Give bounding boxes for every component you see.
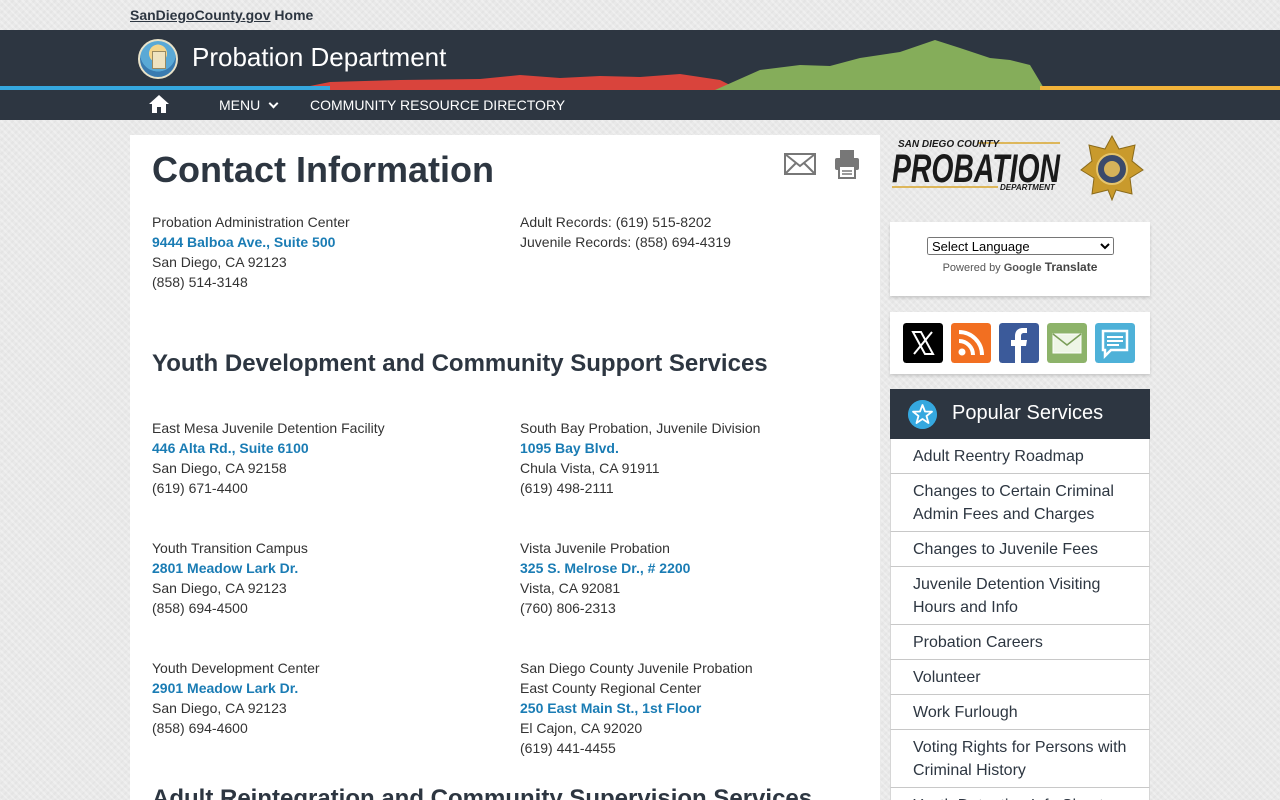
popular-service-link[interactable]: Changes to Juvenile Fees [890, 532, 1150, 567]
chevron-down-icon [268, 98, 279, 108]
top-bar: SanDiegoCounty.gov Home [0, 0, 1280, 30]
address-link[interactable]: 446 Alta Rd., Suite 6100 [152, 438, 385, 458]
county-site-link-text: SanDiegoCounty.gov [130, 7, 271, 23]
translate-link[interactable]: Translate [1045, 260, 1098, 274]
address-link[interactable]: 2901 Meadow Lark Dr. [152, 678, 320, 698]
popular-services-list: Adult Reentry Roadmap Changes to Certain… [890, 439, 1150, 800]
facility-contact: East Mesa Juvenile Detention Facility 44… [152, 418, 385, 498]
main-nav: MENU COMMUNITY RESOURCE DIRECTORY [0, 90, 1280, 120]
contact-name: San Diego County Juvenile Probation [520, 660, 753, 676]
popular-service-link[interactable]: Changes to Certain Criminal Admin Fees a… [890, 474, 1150, 532]
contact-city: San Diego, CA 92123 [152, 254, 287, 270]
menu-button[interactable]: MENU [219, 97, 279, 113]
social-links [890, 312, 1150, 374]
contact-name: Probation Administration Center [152, 214, 350, 230]
facility-contact: San Diego County Juvenile Probation East… [520, 658, 753, 758]
contact-phone: (619) 671-4400 [152, 480, 248, 496]
contact-name: East Mesa Juvenile Detention Facility [152, 420, 385, 436]
star-icon [908, 400, 937, 429]
address-link[interactable]: 2801 Meadow Lark Dr. [152, 558, 308, 578]
address-link[interactable]: 1095 Bay Blvd. [520, 438, 760, 458]
address-link[interactable]: 250 East Main St., 1st Floor [520, 698, 753, 718]
contact-city: San Diego, CA 92123 [152, 580, 287, 596]
youth-services-heading: Youth Development and Community Support … [152, 350, 768, 377]
email-subscribe-icon[interactable] [1047, 323, 1087, 363]
popular-service-link[interactable]: Juvenile Detention Visiting Hours and In… [890, 567, 1150, 625]
contact-phone: (760) 806-2313 [520, 600, 616, 616]
popular-services-title: Popular Services [952, 402, 1104, 424]
facility-contact: South Bay Probation, Juvenile Division 1… [520, 418, 760, 498]
page-title: Contact Information [152, 149, 494, 190]
popular-service-link[interactable]: Voting Rights for Persons with Criminal … [890, 730, 1150, 788]
juvenile-records-phone: Juvenile Records: (858) 694-4319 [520, 234, 731, 250]
powered-by-label: Powered by [942, 262, 1001, 274]
seal-building-shape [152, 51, 166, 69]
records-contact: Adult Records: (619) 515-8202 Juvenile R… [520, 212, 731, 252]
logo-department-text: DEPARTMENT [1000, 183, 1056, 192]
probation-logo[interactable]: SAN DIEGO COUNTY PROBATION DEPARTMENT [890, 136, 1065, 194]
facility-contact: Vista Juvenile Probation 325 S. Melrose … [520, 538, 690, 618]
address-link[interactable]: 9444 Balboa Ave., Suite 500 [152, 232, 350, 252]
contact-name: Youth Transition Campus [152, 540, 308, 556]
contact-city: San Diego, CA 92158 [152, 460, 287, 476]
rss-icon[interactable] [951, 323, 991, 363]
contact-subname: East County Regional Center [520, 680, 702, 696]
contact-phone: (619) 498-2111 [520, 480, 614, 496]
adult-records-phone: Adult Records: (619) 515-8202 [520, 214, 712, 230]
probation-badge-icon [1080, 135, 1144, 201]
powered-by-google: Powered by Google Translate [890, 260, 1150, 274]
contact-city: San Diego, CA 92123 [152, 700, 287, 716]
popular-service-link[interactable]: Work Furlough [890, 695, 1150, 730]
facility-contact: Youth Development Center 2901 Meadow Lar… [152, 658, 320, 738]
facility-contact: Youth Transition Campus 2801 Meadow Lark… [152, 538, 308, 618]
contact-name: Vista Juvenile Probation [520, 540, 670, 556]
feedback-chat-icon[interactable] [1095, 323, 1135, 363]
menu-label: MENU [219, 97, 261, 113]
department-title[interactable]: Probation Department [192, 42, 446, 73]
contact-phone: (858) 694-4500 [152, 600, 248, 616]
community-resource-link[interactable]: COMMUNITY RESOURCE DIRECTORY [310, 97, 565, 113]
address-link[interactable]: 325 S. Melrose Dr., # 2200 [520, 558, 690, 578]
popular-services-header: Popular Services [890, 389, 1150, 439]
home-label: Home [274, 7, 314, 23]
adult-services-heading: Adult Reintegration and Community Superv… [152, 785, 813, 800]
home-icon[interactable] [148, 93, 170, 115]
county-home-link[interactable]: SanDiegoCounty.gov Home [130, 7, 313, 23]
popular-service-link[interactable]: Adult Reentry Roadmap [890, 439, 1150, 474]
contact-city: El Cajon, CA 92020 [520, 720, 643, 736]
popular-service-link[interactable]: Volunteer [890, 660, 1150, 695]
contact-phone: (858) 694-4600 [152, 720, 248, 736]
admin-center-contact: Probation Administration Center 9444 Bal… [152, 212, 350, 292]
email-page-icon[interactable] [784, 153, 816, 175]
language-select[interactable]: Select Language [927, 237, 1114, 255]
popular-service-link[interactable]: Youth Detention Info Sheet [890, 788, 1150, 800]
contact-phone: (858) 514-3148 [152, 274, 248, 290]
county-seal-icon[interactable] [138, 39, 178, 79]
google-logo: Google [1003, 262, 1042, 274]
main-content: Contact Information Probation Administra… [130, 135, 880, 800]
translate-widget: Select Language Powered by Google Transl… [890, 222, 1150, 296]
contact-city: Vista, CA 92081 [520, 580, 621, 596]
contact-city: Chula Vista, CA 91911 [520, 460, 660, 476]
popular-services-panel: Popular Services Adult Reentry Roadmap C… [890, 389, 1150, 800]
contact-phone: (619) 441-4455 [520, 740, 616, 756]
popular-service-link[interactable]: Probation Careers [890, 625, 1150, 660]
contact-name: South Bay Probation, Juvenile Division [520, 420, 761, 436]
print-icon[interactable] [834, 149, 860, 179]
contact-name: Youth Development Center [152, 660, 320, 676]
x-twitter-icon[interactable] [903, 323, 943, 363]
facebook-icon[interactable] [999, 323, 1039, 363]
